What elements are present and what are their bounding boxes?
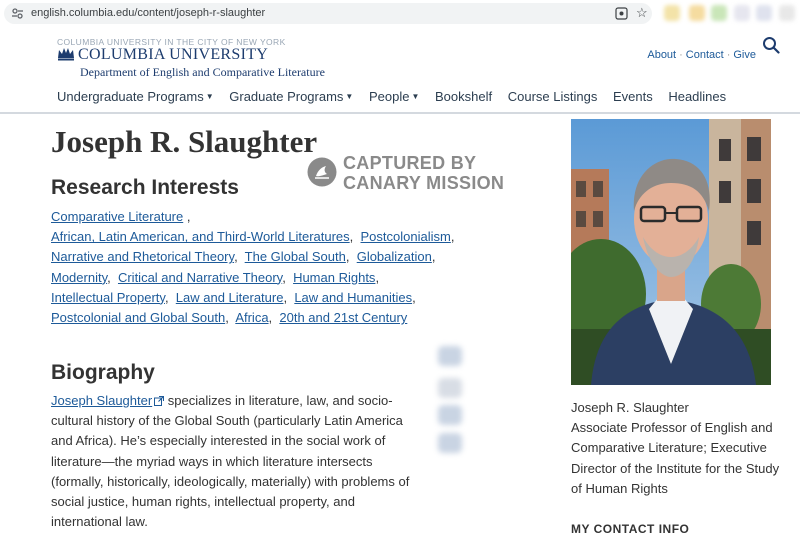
research-interests-list: Comparative Literature , African, Latin … <box>51 209 455 326</box>
share-icon[interactable] <box>438 433 462 453</box>
canary-mission-logo-icon <box>307 157 337 187</box>
canary-mission-watermark: CAPTURED BY CANARY MISSION <box>307 153 517 193</box>
interest-link[interactable]: 20th and 21st Century <box>279 310 407 325</box>
interest-link[interactable]: Intellectual Property <box>51 290 165 305</box>
interest-link[interactable]: Human Rights <box>293 270 375 285</box>
watermark-text: CAPTURED BY CANARY MISSION <box>343 153 504 193</box>
interest-link[interactable]: African, Latin American, and Third-World… <box>51 229 350 244</box>
header-divider <box>0 112 800 114</box>
external-link-icon <box>154 396 165 406</box>
profile-photo <box>571 119 771 385</box>
interest-link[interactable]: Africa <box>235 310 268 325</box>
watermark-line-2: CANARY MISSION <box>343 173 505 193</box>
interest-link[interactable]: Modernity <box>51 270 107 285</box>
columbia-crown-logo-icon[interactable] <box>57 47 75 61</box>
extension-icon[interactable] <box>664 5 680 21</box>
biography-text: Joseph Slaughter specializes in literatu… <box>51 391 421 532</box>
browser-menu-icon[interactable] <box>779 5 795 21</box>
bookmark-star-icon[interactable]: ☆ <box>636 5 648 21</box>
page-title: Joseph R. Slaughter <box>51 124 318 159</box>
address-bar[interactable]: english.columbia.edu/content/joseph-r-sl… <box>4 3 652 24</box>
share-icon[interactable] <box>438 346 462 366</box>
browser-toolbar: english.columbia.edu/content/joseph-r-sl… <box>0 0 800 28</box>
utility-links: About · Contact · Give <box>647 49 756 61</box>
share-icon[interactable] <box>438 405 462 425</box>
extension-icon[interactable] <box>734 5 750 21</box>
nav-events[interactable]: Events <box>613 89 653 104</box>
nav-headlines[interactable]: Headlines <box>668 89 726 104</box>
screenshot-lens-icon[interactable] <box>615 7 628 20</box>
nav-label: Graduate Programs <box>229 89 344 104</box>
research-interests-heading: Research Interests <box>51 176 239 199</box>
interest-link[interactable]: Law and Humanities <box>294 290 412 305</box>
separator: · <box>726 49 731 61</box>
url-text[interactable]: english.columbia.edu/content/joseph-r-sl… <box>31 7 265 19</box>
chevron-down-icon: ▼ <box>411 92 420 101</box>
extension-icon[interactable] <box>711 5 727 21</box>
bio-name-link[interactable]: Joseph Slaughter <box>51 393 152 408</box>
interest-link[interactable]: Postcolonial and Global South <box>51 310 225 325</box>
profile-name: Joseph R. Slaughter <box>571 400 689 415</box>
interest-link[interactable]: Narrative and Rhetorical Theory <box>51 249 234 264</box>
biography-heading: Biography <box>51 361 155 384</box>
interest-link[interactable]: Globalization <box>357 249 432 264</box>
nav-graduate-programs[interactable]: Graduate Programs ▼ <box>229 89 353 104</box>
interest-link[interactable]: Comparative Literature <box>51 209 183 224</box>
nav-course-listings[interactable]: Course Listings <box>508 89 598 104</box>
about-link[interactable]: About <box>647 49 676 61</box>
contact-info-heading: MY CONTACT INFO <box>571 522 690 533</box>
university-name[interactable]: COLUMBIA UNIVERSITY <box>78 46 268 64</box>
chevron-down-icon: ▼ <box>345 92 354 101</box>
share-icon[interactable] <box>438 378 462 398</box>
chevron-down-icon: ▼ <box>205 92 214 101</box>
extension-icon[interactable] <box>689 5 705 21</box>
nav-label: People <box>368 89 410 104</box>
contact-link[interactable]: Contact <box>686 49 724 61</box>
search-icon[interactable] <box>762 36 780 54</box>
profile-caption: Joseph R. Slaughter Associate Professor … <box>571 398 786 499</box>
main-nav: Undergraduate Programs ▼ Graduate Program… <box>57 89 738 104</box>
nav-people[interactable]: People ▼ <box>369 89 419 104</box>
watermark-line-1: CAPTURED BY <box>343 153 477 173</box>
site-settings-icon[interactable] <box>11 7 24 20</box>
interest-link[interactable]: Law and Literature <box>176 290 284 305</box>
interest-link[interactable]: Critical and Narrative Theory <box>118 270 282 285</box>
nav-label: Undergraduate Programs <box>57 89 204 104</box>
profile-title: Associate Professor of English and Compa… <box>571 420 780 496</box>
portrait-illustration <box>571 119 771 385</box>
extension-icon[interactable] <box>756 5 772 21</box>
bio-body: specializes in literature, law, and soci… <box>51 393 410 530</box>
department-name[interactable]: Department of English and Comparative Li… <box>80 65 325 80</box>
separator: · <box>679 49 683 61</box>
interest-link[interactable]: The Global South <box>245 249 346 264</box>
give-link[interactable]: Give <box>733 49 756 61</box>
interest-link[interactable]: Postcolonialism <box>361 229 451 244</box>
nav-undergraduate-programs[interactable]: Undergraduate Programs ▼ <box>57 89 214 104</box>
nav-bookshelf[interactable]: Bookshelf <box>435 89 492 104</box>
